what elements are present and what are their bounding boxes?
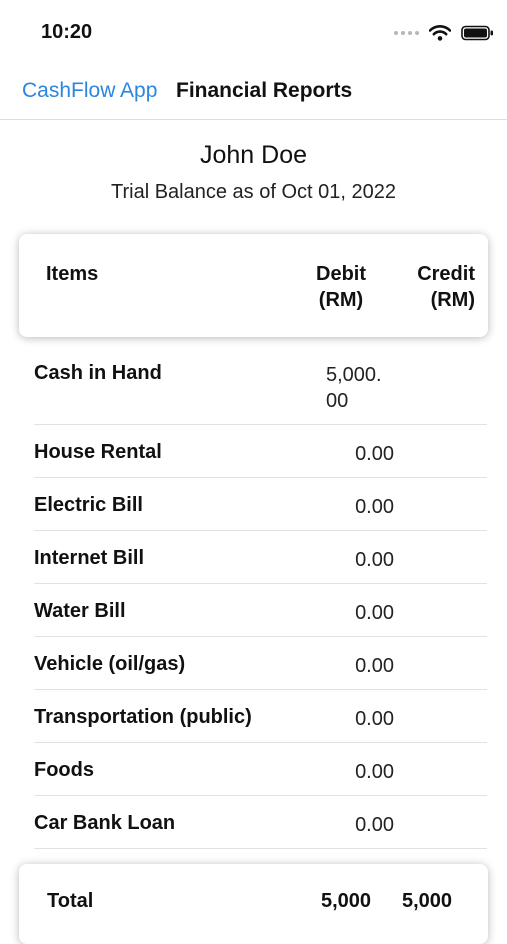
status-bar: 10:20: [0, 0, 507, 60]
signal-dots-icon: [394, 31, 419, 35]
navigation-bar: CashFlow App Financial Reports: [0, 60, 507, 120]
row-label: Electric Bill: [34, 494, 143, 516]
row-debit-value: 0.00: [355, 814, 394, 836]
row-label: Water Bill: [34, 600, 126, 622]
wifi-icon: [429, 25, 451, 41]
row-debit-value: 0.00: [355, 496, 394, 518]
total-card: Total 5,000 5,000: [19, 864, 488, 944]
trial-balance-list: Cash in Hand 5,000.00 House Rental 0.00 …: [0, 346, 507, 849]
row-debit-value: 0.00: [355, 443, 394, 465]
column-header-debit: Debit (RM): [304, 261, 378, 313]
table-row: Cash in Hand 5,000.00: [0, 346, 507, 425]
back-button[interactable]: CashFlow App: [22, 79, 157, 103]
row-debit-value: 5,000.00: [326, 364, 382, 412]
column-header-debit-line2: (RM): [318, 289, 364, 311]
battery-icon: [461, 25, 493, 41]
column-header-credit-line1: Credit: [417, 263, 475, 285]
report-subtitle: Trial Balance as of Oct 01, 2022: [111, 181, 396, 203]
table-row: Electric Bill 0.00: [0, 478, 507, 531]
status-icons: [394, 20, 495, 46]
status-time: 10:20: [41, 21, 93, 43]
table-row: Car Bank Loan 0.00: [0, 796, 507, 849]
row-debit-value: 0.00: [355, 708, 394, 730]
column-header-credit: Credit (RM): [389, 261, 475, 313]
table-row: Water Bill 0.00: [0, 584, 507, 637]
total-credit-value: 5,000: [402, 890, 453, 912]
table-row: Vehicle (oil/gas) 0.00: [0, 637, 507, 690]
column-header-items: Items: [46, 263, 99, 285]
total-label: Total: [47, 890, 94, 912]
table-header-card: Items Debit (RM) Credit (RM): [19, 234, 488, 337]
row-debit-value: 0.00: [355, 761, 394, 783]
column-header-debit-line1: Debit: [316, 263, 366, 285]
report-owner-name: John Doe: [199, 141, 308, 169]
row-label: Foods: [34, 759, 94, 781]
column-header-credit-line2: (RM): [430, 289, 475, 311]
row-label: Internet Bill: [34, 547, 145, 569]
row-label: Transportation (public): [34, 706, 252, 728]
row-debit-value: 0.00: [355, 549, 394, 571]
row-label: Vehicle (oil/gas): [34, 653, 186, 675]
row-debit-value: 0.00: [355, 602, 394, 624]
total-debit-value: 5,000: [321, 890, 372, 912]
table-row: Internet Bill 0.00: [0, 531, 507, 584]
table-row: Foods 0.00: [0, 743, 507, 796]
page-title: Financial Reports: [176, 79, 353, 102]
row-debit-value: 0.00: [355, 655, 394, 677]
table-row: Transportation (public) 0.00: [0, 690, 507, 743]
row-label: House Rental: [34, 441, 162, 463]
table-row: House Rental 0.00: [0, 425, 507, 478]
row-label: Car Bank Loan: [34, 812, 176, 834]
row-label: Cash in Hand: [34, 362, 162, 384]
